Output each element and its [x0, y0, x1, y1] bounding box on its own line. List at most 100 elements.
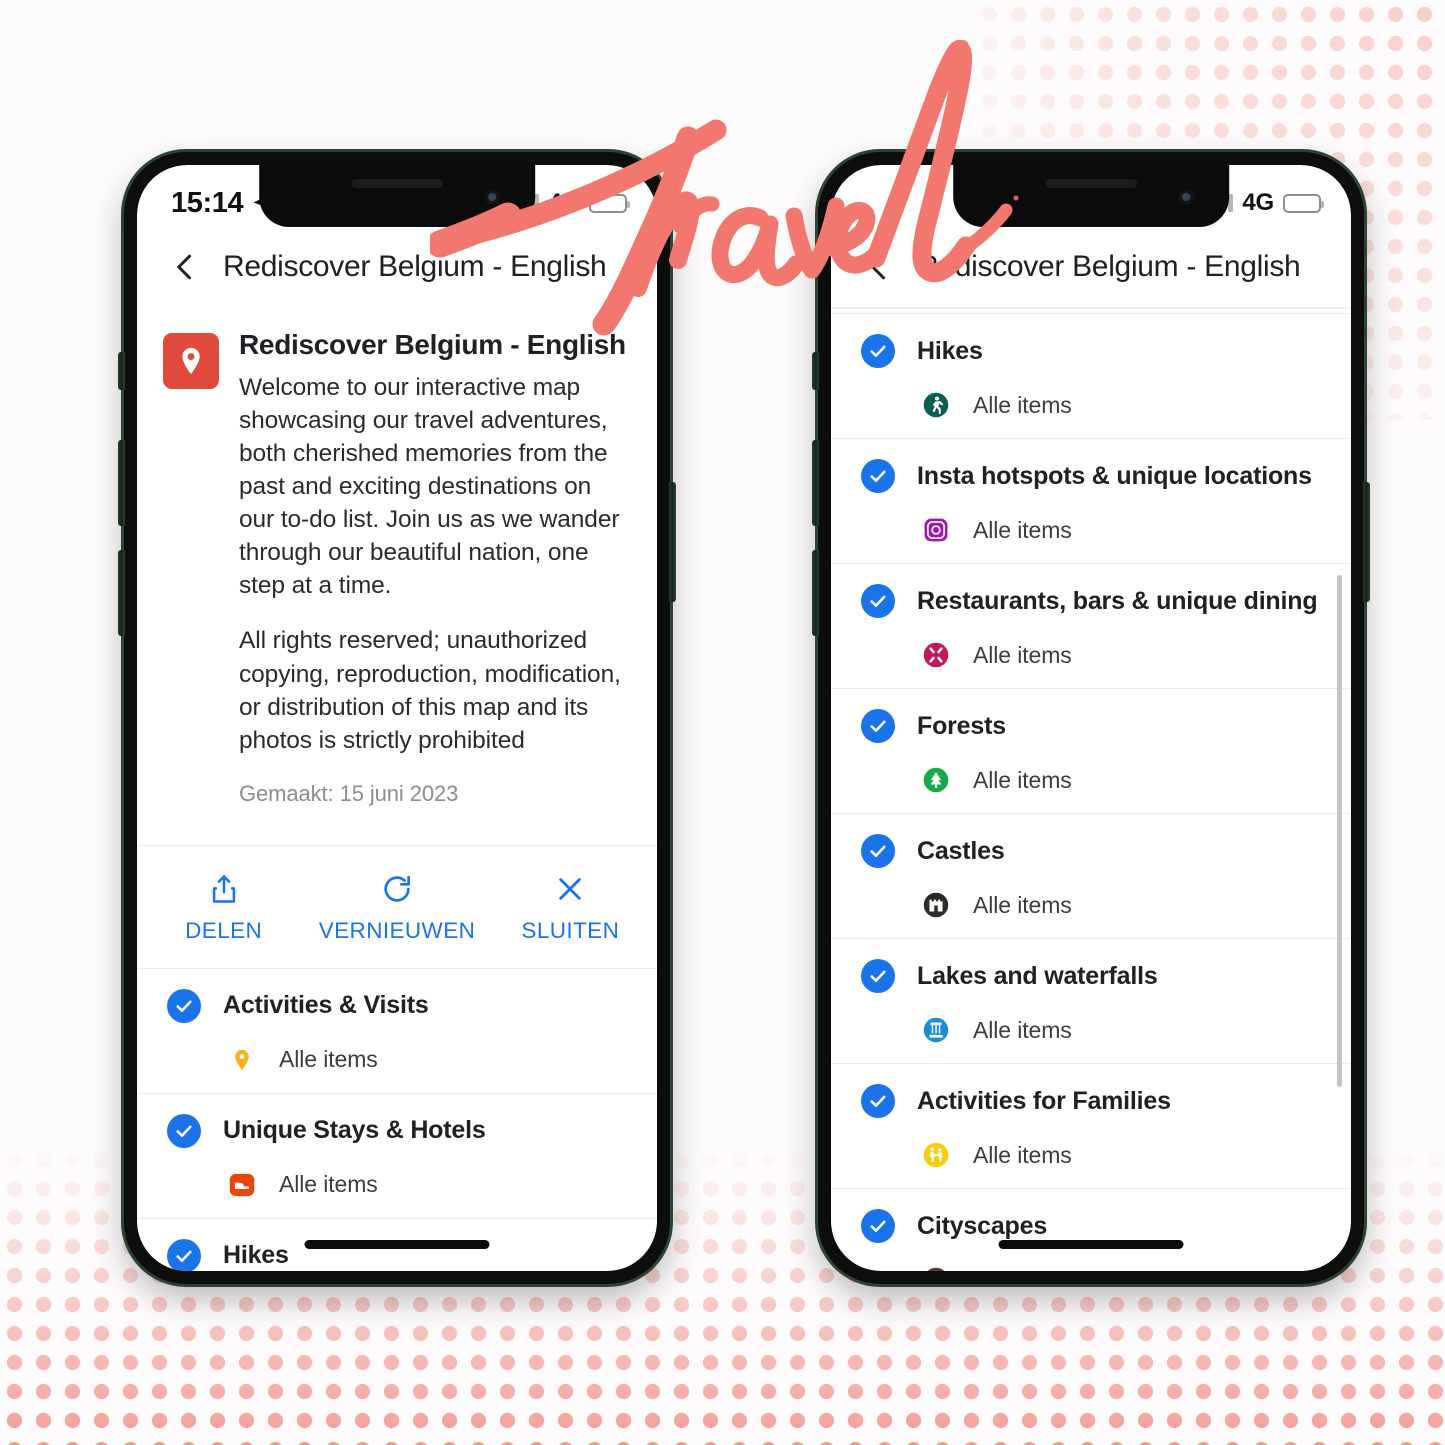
earpiece-speaker [1045, 179, 1137, 188]
phone-right: 4G Rediscover Belgium - English Hikes Al… [812, 149, 1370, 1287]
layer-title: Hikes [917, 336, 983, 365]
refresh-icon [384, 875, 410, 902]
layer-row[interactable]: Lakes and waterfalls Alle items [831, 939, 1351, 1063]
layer-title: Hikes [223, 1241, 289, 1270]
layer-subtitle: Alle items [973, 516, 1072, 543]
map-description-1: Welcome to our interactive map showcasin… [239, 374, 620, 600]
volume-down-button[interactable] [118, 550, 125, 636]
power-button[interactable] [669, 482, 676, 602]
layer-checkbox[interactable] [167, 1238, 201, 1271]
network-label: 4G [1242, 189, 1274, 216]
layer-title: Lakes and waterfalls [917, 961, 1158, 990]
volume-up-button[interactable] [118, 440, 125, 526]
back-chevron-icon[interactable] [853, 241, 905, 293]
app-header-left: Rediscover Belgium - English [137, 227, 657, 307]
layer-subtitle: Alle items [973, 1267, 1072, 1272]
power-button[interactable] [1363, 482, 1370, 602]
layer-subtitle: Alle items [973, 391, 1072, 418]
layer-list-sheet[interactable]: Hikes Alle items Insta hotspots & unique… [831, 307, 1351, 1271]
layer-title: Unique Stays & Hotels [223, 1116, 486, 1145]
back-chevron-icon[interactable] [159, 241, 211, 293]
layer-title: Activities & Visits [223, 991, 429, 1020]
layer-checkbox[interactable] [167, 1113, 201, 1148]
layer-subtitle: Alle items [973, 891, 1072, 918]
front-camera-icon [1177, 189, 1195, 206]
volume-up-button[interactable] [812, 440, 819, 526]
layer-row[interactable]: Castles Alle items [831, 814, 1351, 938]
layer-title: Cityscapes [917, 1211, 1048, 1240]
layer-subtitle: Alle items [973, 641, 1072, 668]
layer-row[interactable]: Unique Stays & Hotels Alle items [137, 1094, 657, 1218]
layer-checkbox[interactable] [861, 1209, 895, 1243]
share-button[interactable]: DELEN [137, 872, 310, 944]
layer-checkbox[interactable] [861, 959, 895, 993]
layer-checkbox[interactable] [861, 1084, 895, 1118]
layer-checkbox[interactable] [861, 709, 895, 743]
display-notch [953, 165, 1229, 227]
volume-down-button[interactable] [812, 550, 819, 636]
refresh-label: VERNIEUWEN [318, 917, 476, 943]
layer-row[interactable]: Activities for Families Alle items [831, 1064, 1351, 1188]
page-title: Rediscover Belgium - English [223, 250, 607, 283]
battery-low-icon [1283, 193, 1324, 213]
map-description-2: All rights reserved; unauthorized copyin… [239, 627, 621, 754]
silence-switch[interactable] [812, 352, 819, 390]
screen-right: 4G Rediscover Belgium - English Hikes Al… [831, 165, 1351, 1271]
phone-left: 15:14 4G Rediscover Belgium - English Re… [118, 149, 676, 1287]
layer-list-left: Activities & Visits Alle items Unique St… [137, 969, 657, 1271]
layer-title: Activities for Families [917, 1086, 1171, 1115]
layer-subtitle: Alle items [973, 1141, 1072, 1168]
waterfall-icon [921, 1015, 951, 1045]
layer-subtitle: Alle items [279, 1171, 378, 1198]
vertical-scrollbar[interactable] [1337, 575, 1342, 1087]
layer-row[interactable]: Restaurants, bars & unique dining Alle i… [831, 564, 1351, 688]
screen-left: 15:14 4G Rediscover Belgium - English Re… [137, 165, 657, 1271]
layer-row[interactable]: Cityscapes Alle items [831, 1189, 1351, 1271]
map-pin-icon [163, 333, 219, 389]
layer-row[interactable]: Hikes Alle items [831, 314, 1351, 438]
layer-title: Restaurants, bars & unique dining [917, 586, 1318, 615]
close-icon [559, 877, 582, 900]
page-title: Rediscover Belgium - English [917, 250, 1301, 283]
earpiece-speaker [351, 179, 443, 188]
layer-checkbox[interactable] [861, 459, 895, 493]
layer-checkbox[interactable] [861, 834, 895, 868]
action-bar: DELEN VERNIEUWEN SLUITEN [137, 846, 657, 968]
layer-title: Forests [917, 711, 1006, 740]
layer-title: Insta hotspots & unique locations [917, 461, 1312, 490]
layer-checkbox[interactable] [861, 584, 895, 618]
map-details-sheet[interactable]: Rediscover Belgium - English Welcome to … [137, 307, 657, 1271]
hiker-icon [921, 390, 951, 420]
map-marker-icon [227, 1045, 257, 1075]
layer-row[interactable]: Activities & Visits Alle items [137, 969, 657, 1093]
battery-low-icon [589, 193, 630, 213]
network-label: 4G [548, 189, 580, 216]
app-header-right: Rediscover Belgium - English [831, 227, 1351, 307]
family-icon [921, 1140, 951, 1170]
display-notch [259, 165, 535, 227]
map-created-date: Gemaakt: 15 juni 2023 [239, 780, 459, 806]
layer-title: Castles [917, 836, 1005, 865]
silence-switch[interactable] [118, 352, 125, 390]
layer-row[interactable]: Forests Alle items [831, 689, 1351, 813]
cityscape-icon [921, 1265, 951, 1271]
home-indicator[interactable] [304, 1240, 490, 1249]
close-button[interactable]: SLUITEN [484, 872, 657, 944]
restaurant-icon [921, 640, 951, 670]
home-indicator[interactable] [998, 1240, 1184, 1249]
status-time: 15:14 [171, 186, 244, 219]
layer-subtitle: Alle items [973, 766, 1072, 793]
layer-subtitle: Alle items [279, 1046, 378, 1073]
hotel-bed-icon [227, 1170, 257, 1200]
layer-checkbox[interactable] [861, 334, 895, 368]
map-name: Rediscover Belgium - English [239, 329, 626, 360]
camera-icon [921, 515, 951, 545]
layer-checkbox[interactable] [167, 988, 201, 1023]
refresh-button[interactable]: VERNIEUWEN [310, 872, 483, 944]
layer-row[interactable]: Insta hotspots & unique locations Alle i… [831, 439, 1351, 563]
close-label: SLUITEN [521, 917, 620, 943]
castle-icon [921, 890, 951, 920]
front-camera-icon [483, 189, 501, 206]
tree-icon [921, 765, 951, 795]
layer-list-right: Hikes Alle items Insta hotspots & unique… [831, 314, 1351, 1271]
